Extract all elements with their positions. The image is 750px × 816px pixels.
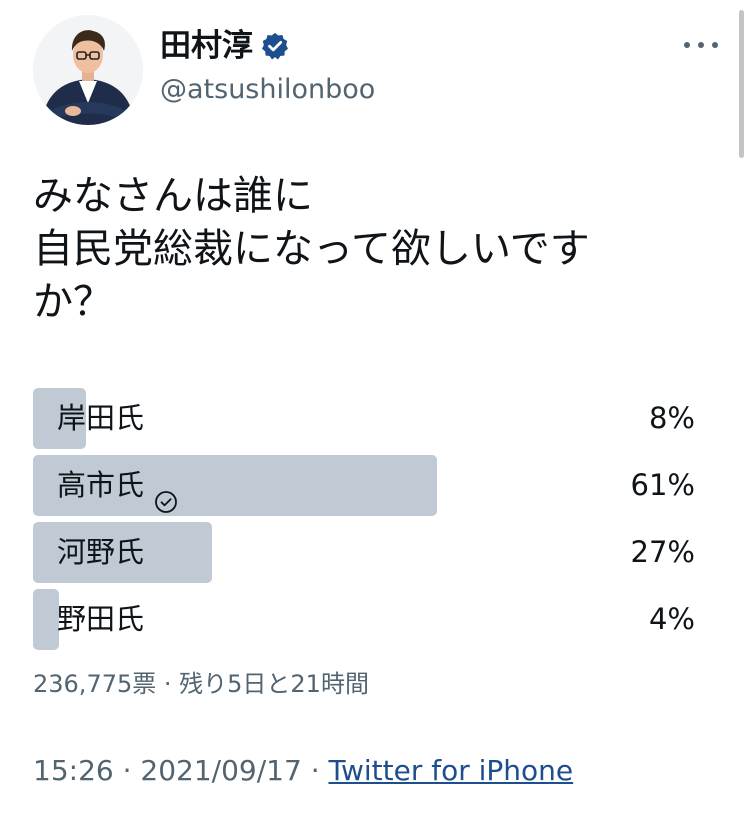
poll-option[interactable]: 高市氏 61% — [33, 455, 695, 516]
poll-option-label: 野田氏 — [57, 602, 145, 636]
tweet-text-line: か？ — [33, 279, 113, 325]
tweet-time[interactable]: 15:26 — [33, 754, 114, 787]
poll: 岸田氏 8% 高市氏 61% 河野氏 27% 野田氏 4% — [33, 388, 695, 656]
poll-option-label-row: 岸田氏 — [57, 388, 144, 449]
poll-option-label-row: 河野氏 — [57, 522, 144, 583]
tweet-text-line: みなさんは誰に — [33, 173, 313, 219]
avatar-image — [33, 15, 143, 125]
poll-option-percent: 61% — [630, 468, 695, 502]
avatar[interactable] — [33, 15, 143, 125]
poll-option-label: 河野氏 — [57, 535, 145, 569]
tweet-text: みなさんは誰に 自民党総裁になって欲しいです か？ — [33, 170, 673, 329]
poll-option-label-row: 高市氏 — [57, 455, 178, 516]
more-dot — [712, 42, 718, 48]
poll-option[interactable]: 岸田氏 8% — [33, 388, 695, 449]
check-circle-icon — [154, 474, 178, 513]
scrollbar[interactable] — [739, 10, 744, 158]
display-name[interactable]: 田村淳 — [160, 28, 253, 64]
poll-option[interactable]: 河野氏 27% — [33, 522, 695, 583]
author-name-row[interactable]: 田村淳 — [160, 28, 290, 64]
poll-option-label: 高市氏 — [57, 468, 145, 502]
tweet-meta: 15:26 · 2021/09/17 · Twitter for iPhone — [33, 753, 573, 789]
poll-option-label: 岸田氏 — [57, 401, 145, 435]
poll-option-percent: 8% — [648, 401, 695, 435]
poll-option-label-row: 野田氏 — [57, 589, 144, 650]
poll-option[interactable]: 野田氏 4% — [33, 589, 695, 650]
more-dot — [698, 42, 704, 48]
verified-badge-icon — [260, 31, 290, 61]
more-options-icon[interactable] — [684, 35, 718, 55]
meta-separator: · — [113, 754, 141, 787]
poll-option-percent: 27% — [630, 535, 695, 569]
source-link[interactable]: Twitter for iPhone — [329, 754, 574, 787]
more-dot — [684, 42, 690, 48]
tweet-date[interactable]: 2021/09/17 — [140, 754, 301, 787]
meta-separator: · — [301, 754, 329, 787]
tweet-text-line: 自民党総裁になって欲しいです — [33, 226, 590, 272]
poll-summary: 236,775票 · 残り5日と21時間 — [33, 670, 369, 698]
poll-option-bar — [33, 589, 59, 650]
author-handle[interactable]: @atsushilonboo — [160, 73, 375, 107]
poll-option-percent: 4% — [648, 602, 695, 636]
